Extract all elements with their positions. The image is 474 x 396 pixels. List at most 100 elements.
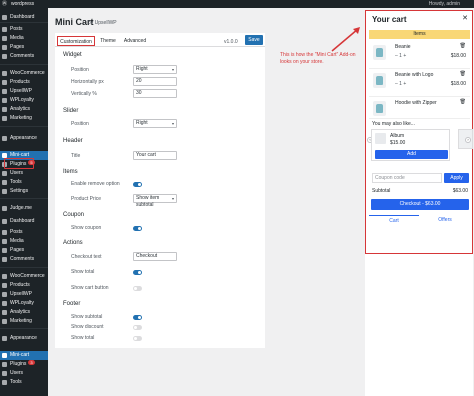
apply-coupon-button[interactable]: Apply [444,173,469,183]
sidebar-item-plugins[interactable]: Plugins 3 [0,360,48,369]
product-price-select[interactable]: Show item subtotal ▾ [133,194,177,208]
show-total-label: Show total [71,269,95,275]
admin-sidebar: Dashboard Posts Media Pages Comments WooComme… [0,8,48,396]
sidebar-item-label: UpsellWP [10,291,32,297]
product-thumbnail[interactable] [373,73,386,88]
remove-option-toggle[interactable] [133,182,142,187]
quantity-stepper[interactable]: – 1 + [395,81,406,87]
sidebar-item-media[interactable]: Media [0,34,48,43]
brush-icon [2,336,7,341]
sidebar-item-upsellwp[interactable]: UpsellWP [0,290,48,299]
show-cart-button-toggle[interactable] [133,286,142,291]
section-widget: Widget [63,52,82,58]
quantity-stepper[interactable]: – 1 + [395,53,406,59]
tool-icon [2,380,7,385]
product-name[interactable]: Beanie with Logo [395,72,433,78]
show-discount-label: Show discount [71,324,104,330]
horizontally-input[interactable]: 20 [133,77,177,86]
sidebar-item-products[interactable]: Products [0,281,48,290]
admin-bar: Ⓦ wordpress Howdy, admin [0,0,474,8]
megaphone-icon [2,319,7,324]
trash-icon[interactable]: 🗑 [460,99,466,105]
sidebar-item-pages[interactable]: Pages [0,43,48,52]
tab-theme[interactable]: Theme [97,36,119,46]
show-subtotal-toggle[interactable] [133,315,142,320]
tab-offers[interactable]: Offers [420,215,470,225]
sidebar-item-mini-cart[interactable]: Mini-cart [0,351,48,360]
product-thumbnail[interactable] [373,45,386,60]
product-name[interactable]: Hoodie with Zipper [395,100,437,106]
sidebar-item-posts[interactable]: Posts [0,228,48,237]
sidebar-item-analytics[interactable]: Analytics [0,308,48,317]
sidebar-item-users[interactable]: Users [0,369,48,378]
sidebar-item-judge-me[interactable]: Judge.me [0,204,48,213]
sidebar-item-upsellwp[interactable]: UpsellWP [0,87,48,96]
coupon-input[interactable]: Coupon code [372,173,442,183]
show-total-toggle[interactable] [133,270,142,275]
sidebar-item-label: Tools [10,179,22,185]
sidebar-item-marketing[interactable]: Marketing [0,317,48,326]
sidebar-item-label: Users [10,170,24,176]
widget-position-select[interactable]: Right ▾ [133,65,177,74]
slider-position-select[interactable]: Right ▾ [133,119,177,128]
sidebar-item-woocommerce[interactable]: WooCommerce [0,69,48,78]
sidebar-item-label: Marketing [10,115,32,121]
sidebar-item-pages[interactable]: Pages [0,246,48,255]
sidebar-item-tools[interactable]: Tools [0,178,48,187]
save-button[interactable]: Save [245,35,263,45]
widget-position-label: Position [71,67,89,73]
sidebar-item-wployalty[interactable]: WPLoyalty [0,299,48,308]
subtotal-value: $63.00 [452,188,468,194]
howdy-user[interactable]: Howdy, admin [429,0,460,8]
close-icon[interactable]: ✕ [462,14,468,22]
sidebar-separator [0,22,48,23]
sidebar-item-label: Tools [10,379,22,385]
sidebar-item-comments[interactable]: Comments [0,52,48,61]
upsell-price: $15.00 [390,140,406,146]
sidebar-item-analytics[interactable]: Analytics [0,105,48,114]
page-icon [2,248,7,253]
sidebar-item-comments[interactable]: Comments [0,255,48,264]
show-cart-button-label: Show cart button [71,285,109,291]
sidebar-item-dashboard[interactable]: Dashboard [0,217,48,226]
sidebar-item-label: Media [10,35,24,41]
footer-show-total-toggle[interactable] [133,336,142,341]
user-icon [2,371,7,376]
upsell-name[interactable]: Album [390,133,404,139]
header-title-input[interactable]: Your cart [133,151,177,160]
plugin-icon [2,362,7,367]
tab-cart[interactable]: Cart [369,215,419,225]
site-name[interactable]: wordpress [11,0,34,8]
tab-advanced[interactable]: Advanced [121,36,149,46]
sidebar-item-tools[interactable]: Tools [0,378,48,387]
pin-icon [2,27,7,32]
update-count-badge: 3 [28,360,35,365]
add-upsell-button[interactable]: Add [375,150,448,159]
sidebar-item-posts[interactable]: Posts [0,25,48,34]
chevron-right-icon[interactable]: › [465,137,471,143]
sidebar-item-users[interactable]: Users [0,169,48,178]
product-name[interactable]: Beanie [395,44,411,50]
sidebar-item-marketing[interactable]: Marketing [0,114,48,123]
show-coupon-toggle[interactable] [133,226,142,231]
product-thumbnail[interactable] [373,101,386,116]
checkout-text-input[interactable]: Checkout [133,252,177,261]
sidebar-item-appearance[interactable]: Appearance [0,134,48,143]
cart-icon [2,353,7,358]
mini-cart-drawer: Your cart ✕ Items Beanie 🗑 – 1 + $18.00 … [365,10,473,254]
sidebar-item-products[interactable]: Products [0,78,48,87]
checkout-button[interactable]: Checkout - $63.00 [371,199,469,210]
vertically-input[interactable]: 30 [133,89,177,98]
wordpress-logo-icon[interactable]: Ⓦ [2,0,7,8]
sidebar-item-media[interactable]: Media [0,237,48,246]
sidebar-item-settings[interactable]: Settings [0,187,48,196]
tab-customization[interactable]: Customization [57,36,95,46]
show-discount-toggle[interactable] [133,325,142,330]
trash-icon[interactable]: 🗑 [460,71,466,77]
sidebar-item-appearance[interactable]: Appearance [0,334,48,343]
upsell-thumbnail[interactable] [375,133,386,144]
sidebar-item-woocommerce[interactable]: WooCommerce [0,272,48,281]
sidebar-item-dashboard[interactable]: Dashboard [0,13,48,22]
trash-icon[interactable]: 🗑 [460,43,466,49]
sidebar-item-wployalty[interactable]: WPLoyalty [0,96,48,105]
